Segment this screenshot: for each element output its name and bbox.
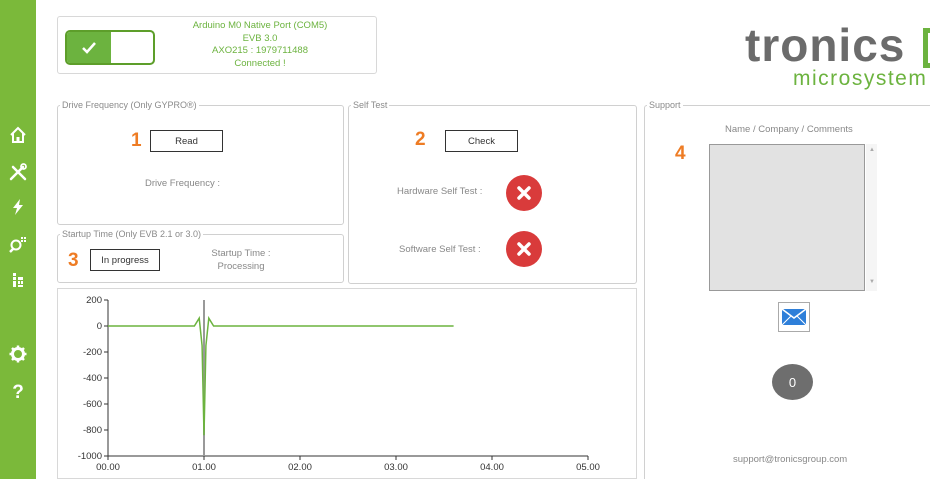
logo-sub-text: microsystem [793,67,928,90]
evb-version: EVB 3.0 [242,32,278,44]
series-line [108,315,454,436]
startup-chart: 200 0 -200 -400 -600 -800 -1000 00.00 01.00 02.00… [57,288,637,479]
self-test-group: Self Test [348,100,637,284]
comment-counter: 0 [772,364,813,400]
home-icon[interactable] [4,123,32,147]
x-tick-label: 05.00 [576,462,600,473]
envelope-icon [782,309,806,325]
gear-icon[interactable] [4,342,32,366]
read-button[interactable]: Read [150,130,223,152]
startup-time-value: Processing [217,261,265,272]
drive-frequency-legend: Drive Frequency (Only GYPRO®) [62,100,197,110]
comment-scrollbar[interactable]: ▲ ▼ [866,144,877,291]
startup-time-label: Startup Time : [211,248,271,259]
startup-time-legend: Startup Time (Only EVB 2.1 or 3.0) [62,229,202,239]
x-tick-label: 00.00 [96,462,120,473]
search-icon[interactable] [4,232,32,256]
port-name: Arduino M0 Native Port (COM5) [192,20,328,31]
connection-status: Connected ! [234,57,286,69]
hardware-fail-icon [506,175,542,211]
chart-svg: 200 0 -200 -400 -600 -800 -100000.00 01.00 02.00… [78,295,600,473]
checkmark-icon [82,41,96,54]
x-tick-label: 02.00 [288,462,312,473]
tools-icon[interactable] [4,160,32,184]
step-number-2: 2 [415,129,426,150]
y-tick-label: -600 [83,399,102,410]
x-tick-label: 01.00 [192,462,216,473]
x-tick-label: 03.00 [384,462,408,473]
y-tick-label: -400 [83,373,102,384]
logo-main-text: tronics [745,22,906,71]
drive-frequency-label: Drive Frequency : [145,178,220,189]
connection-info: Arduino M0 Native Port (COM5) EVB 3.0 AX… [170,20,350,70]
sensor-id: AXO215 : 1979711488 [212,45,308,56]
step-number-4: 4 [675,143,686,164]
y-tick-label: -800 [83,425,102,436]
comment-textarea[interactable] [709,144,865,291]
tronics-logo: tronics microsystem [745,22,930,94]
step-number-1: 1 [131,130,142,151]
in-progress-button[interactable]: In progress [90,249,160,271]
scroll-up-icon[interactable]: ▲ [869,147,875,153]
toggle-knob [115,34,151,61]
software-fail-icon [506,231,542,267]
scroll-down-icon[interactable]: ▼ [869,279,875,285]
svg-text:?: ? [12,382,24,401]
software-self-test-label: Software Self Test : [399,244,481,255]
logo-bracket [923,28,930,68]
help-icon[interactable]: ? [4,379,32,403]
hardware-self-test-label: Hardware Self Test : [397,186,483,197]
y-tick-label: 200 [86,295,102,306]
comment-prompt: Name / Company / Comments [725,124,853,135]
connection-panel: Arduino M0 Native Port (COM5) EVB 3.0 AX… [57,16,377,74]
drive-frequency-group: Drive Frequency (Only GYPRO®) [57,100,344,225]
toggle-on-segment [67,32,111,63]
sidebar: ? [0,0,36,479]
self-test-legend: Self Test [353,100,388,110]
y-tick-label: 0 [97,321,102,332]
send-email-button[interactable] [778,302,810,332]
y-tick-label: -200 [83,347,102,358]
step-number-3: 3 [68,250,79,271]
support-email[interactable]: support@tronicsgroup.com [733,454,847,465]
support-legend: Support [649,100,681,110]
connect-toggle[interactable] [65,30,155,65]
lightning-icon[interactable] [4,195,32,219]
y-tick-label: -1000 [78,451,102,462]
x-tick-label: 04.00 [480,462,504,473]
check-button[interactable]: Check [445,130,518,152]
chip-icon[interactable] [4,268,32,292]
